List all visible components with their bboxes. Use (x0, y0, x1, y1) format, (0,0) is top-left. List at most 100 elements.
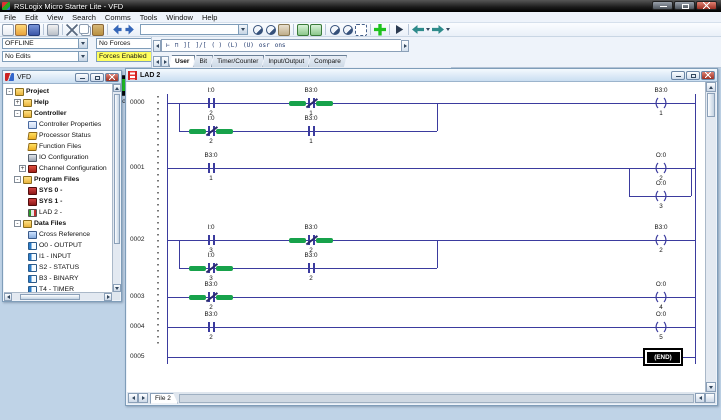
osr-instruction-icon[interactable]: osr (259, 42, 270, 49)
xio-contact-energized[interactable]: I:0 2 (189, 124, 233, 138)
redo-icon[interactable] (124, 24, 136, 36)
cut-icon[interactable] (66, 24, 78, 36)
chevron-down-icon[interactable] (78, 39, 87, 48)
tree-item-io-configuration[interactable]: IO Configuration (4, 152, 112, 163)
tab-scroll-left-icon[interactable] (153, 56, 161, 67)
maximize-button[interactable] (90, 73, 104, 82)
print-icon[interactable] (47, 24, 59, 36)
navigate-back-icon[interactable] (412, 24, 424, 36)
sheet-next-icon[interactable] (138, 393, 148, 403)
maximize-button[interactable] (674, 1, 695, 10)
collapse-icon[interactable]: - (14, 220, 21, 227)
xic-contact[interactable]: I:0 3 (189, 233, 233, 247)
tab-user[interactable]: User (169, 55, 195, 67)
rung-number[interactable]: 0004 (130, 323, 152, 330)
xic-contact[interactable]: B3:0 2 (289, 261, 333, 275)
tree-item-i1-input[interactable]: I1 - INPUT (4, 251, 112, 262)
edits-combo[interactable]: No Edits (2, 51, 88, 62)
scroll-up-icon[interactable] (113, 84, 121, 92)
ote-coil[interactable]: O:0 5 (651, 320, 671, 334)
close-button[interactable] (105, 73, 119, 82)
tree-item-lad2[interactable]: LAD 2 - (4, 207, 112, 218)
navigate-forward-icon[interactable] (432, 24, 444, 36)
palette-scroll-right-icon[interactable] (401, 40, 409, 52)
menu-file[interactable]: File (4, 13, 16, 22)
xic-contact[interactable]: I:0 2 (189, 96, 233, 110)
chevron-down-icon[interactable] (78, 52, 87, 61)
ladder-horizontal-scrollbar[interactable] (179, 394, 694, 403)
minimize-button[interactable] (671, 71, 685, 80)
ladder-vertical-scrollbar[interactable] (705, 82, 716, 392)
xio-contact-energized[interactable]: I:0 3 (189, 261, 233, 275)
ote-coil[interactable]: B3:0 2 (651, 233, 671, 247)
tab-bit[interactable]: Bit (193, 55, 213, 67)
xic-contact[interactable]: B3:0 2 (189, 320, 233, 334)
xic-contact[interactable]: B3:0 1 (189, 161, 233, 175)
tree-item-data-files[interactable]: - Data Files (4, 218, 112, 229)
minimize-button[interactable] (652, 1, 673, 10)
tab-compare[interactable]: Compare (308, 55, 347, 67)
xio-instruction-icon[interactable]: ]/[ (195, 42, 206, 49)
menu-help[interactable]: Help (202, 13, 217, 22)
search-combo[interactable] (140, 24, 248, 35)
tree-item-controller-properties[interactable]: Controller Properties (4, 119, 112, 130)
ote-instruction-icon[interactable]: ( ) (211, 42, 222, 49)
scroll-left-icon[interactable] (4, 293, 12, 301)
minimize-button[interactable] (75, 73, 89, 82)
scroll-up-icon[interactable] (706, 82, 716, 92)
close-button[interactable] (701, 71, 715, 80)
ote-coil[interactable]: B3:0 1 (651, 96, 671, 110)
zoom-out-icon[interactable] (343, 25, 353, 35)
scrollbar-thumb[interactable] (707, 93, 715, 117)
scrollbar-thumb[interactable] (114, 94, 120, 244)
undo-icon[interactable] (111, 24, 123, 36)
menu-edit[interactable]: Edit (25, 13, 38, 22)
tree-item-cross-reference[interactable]: Cross Reference (4, 229, 112, 240)
tab-input-output[interactable]: Input/Output (262, 55, 310, 67)
scroll-left-icon[interactable] (695, 393, 705, 403)
xic-instruction-icon[interactable]: ][ (183, 42, 190, 49)
close-button[interactable] (696, 1, 717, 10)
run-mode-icon[interactable] (393, 24, 405, 36)
rung-number[interactable]: 0000 (130, 99, 152, 106)
back-caret-icon[interactable] (425, 25, 431, 35)
tree-horizontal-scrollbar[interactable] (4, 292, 112, 300)
tree-item-help[interactable]: + Help (4, 97, 112, 108)
menu-window[interactable]: Window (166, 13, 193, 22)
main-titlebar[interactable]: RSLogix Micro Starter Lite - VFD (0, 0, 721, 12)
resize-grip-icon[interactable] (705, 393, 715, 403)
scroll-right-icon[interactable] (104, 293, 112, 301)
open-icon[interactable] (15, 24, 27, 36)
rung-number[interactable]: 0003 (130, 293, 152, 300)
rung-number[interactable]: 0002 (130, 236, 152, 243)
paste-icon[interactable] (92, 24, 104, 36)
scrollbar-thumb[interactable] (20, 294, 80, 300)
menu-search[interactable]: Search (72, 13, 96, 22)
tree-item-sys0[interactable]: SYS 0 - (4, 185, 112, 196)
tree-item-s2-status[interactable]: S2 - STATUS (4, 262, 112, 273)
mode-combo[interactable]: OFFLINE (2, 38, 88, 49)
tree-item-project[interactable]: - Project (4, 86, 112, 97)
expand-icon[interactable]: + (19, 165, 26, 172)
tab-scroll-right-icon[interactable] (161, 56, 169, 67)
chevron-down-icon[interactable] (238, 25, 247, 34)
ons-instruction-icon[interactable]: ons (275, 42, 286, 49)
end-rung-marker-selected[interactable]: (END) (643, 348, 683, 366)
xio-contact-energized[interactable]: B3:0 2 (189, 290, 233, 304)
scroll-down-icon[interactable] (113, 284, 121, 292)
new-icon[interactable] (2, 24, 14, 36)
xio-contact-energized[interactable]: B3:0 2 (289, 233, 333, 247)
menu-view[interactable]: View (47, 13, 63, 22)
collapse-icon[interactable]: - (14, 110, 21, 117)
copy-icon[interactable] (79, 24, 89, 34)
zoom-selection-icon[interactable] (355, 24, 367, 36)
save-icon[interactable] (28, 24, 40, 36)
rung-number[interactable]: 0005 (130, 353, 152, 360)
file-tab[interactable]: File 2 (150, 393, 178, 404)
rung-number[interactable]: 0001 (130, 164, 152, 171)
ote-coil[interactable]: O:0 4 (651, 290, 671, 304)
tree-item-b3-binary[interactable]: B3 - BINARY (4, 273, 112, 284)
maximize-button[interactable] (686, 71, 700, 80)
collapse-icon[interactable]: - (14, 176, 21, 183)
collapse-icon[interactable]: - (6, 88, 13, 95)
